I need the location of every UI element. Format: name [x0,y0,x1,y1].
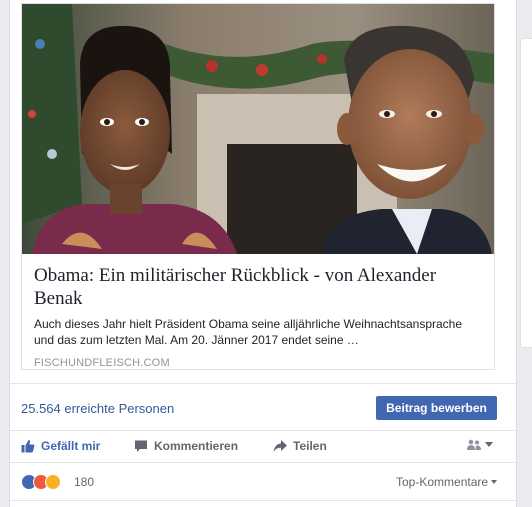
like-button[interactable]: Gefällt mir [21,439,100,453]
comment-icon [135,440,147,452]
comment-label: Kommentieren [154,439,239,453]
reach-text[interactable]: 25.564 erreichte Personen [21,401,174,416]
comment-button[interactable]: Kommentieren [134,439,238,453]
link-title[interactable]: Obama: Ein militärischer Rückblick - von… [34,264,482,310]
link-preview-card[interactable]: Obama: Ein militärischer Rückblick - von… [21,3,495,370]
sort-chevron-icon [491,480,498,484]
share-arrow-icon [273,440,287,452]
preview-photo [22,4,494,254]
link-description: Auch dieses Jahr hielt Präsident Obama s… [34,317,463,347]
comment-sort-dropdown[interactable]: Top-Kommentare [396,475,498,489]
share-button[interactable]: Teilen [273,439,327,453]
chevron-down-icon [485,442,493,447]
side-panel-edge [520,38,532,348]
reaction-count[interactable]: 180 [74,475,94,489]
boost-post-button[interactable]: Beitrag bewerben [376,396,497,420]
like-label: Gefällt mir [41,439,101,453]
link-domain: FISCHUNDFLEISCH.COM [34,357,170,369]
comment-sort-label: Top-Kommentare [396,475,489,489]
sad-reaction-icon [45,474,61,490]
friends-icon [467,439,481,450]
thumbs-up-icon [21,439,35,453]
preview-image[interactable] [22,4,494,254]
reach-bar: 25.564 erreichte Personen Beitrag bewerb… [10,383,516,431]
share-label: Teilen [293,439,327,453]
post-actions: Gefällt mir Kommentieren Teilen [10,431,516,463]
news-feed-post: Obama: Ein militärischer Rückblick - von… [9,0,517,507]
audience-selector[interactable] [466,439,493,451]
link-preview-text[interactable]: Obama: Ein militärischer Rückblick - von… [22,254,494,369]
reactions-bar: 180 Top-Kommentare [10,463,516,501]
reaction-icons[interactable] [21,474,61,490]
